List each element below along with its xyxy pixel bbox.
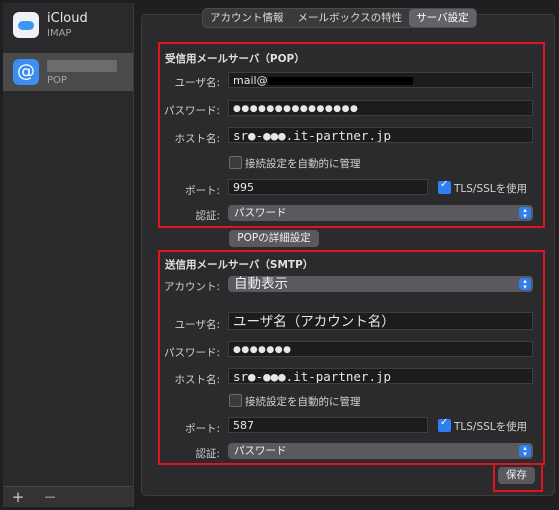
popup-arrows-icon: ▴ ▾ [519,207,531,220]
outgoing-account-popup[interactable]: 自動表示 ▴ ▾ [228,276,533,292]
redacted-account-name [47,59,117,72]
incoming-auth-popup[interactable]: パスワード ▴ ▾ [228,205,533,221]
incoming-auto-manage-checkbox[interactable] [229,156,242,169]
account-item-icloud[interactable]: iCloud IMAP [3,6,133,44]
account-item-pop[interactable]: @ POP [3,53,133,91]
tab-server-settings[interactable]: サーバ設定 [409,9,476,27]
incoming-password-field[interactable]: ●●●●●●●●●●●●●●● [228,100,533,116]
outgoing-port-field[interactable]: 587 [228,417,428,433]
tab-mailbox-behaviors[interactable]: メールボックスの特性 [291,9,410,27]
account-type: IMAP [47,28,72,39]
outgoing-section-title: 送信用メールサーバ（SMTP） [165,259,314,271]
outgoing-auth-label: 認証: [195,448,220,460]
settings-tabs: アカウント情報 メールボックスの特性 サーバ設定 [202,8,477,28]
outgoing-tls-checkbox[interactable] [438,417,451,432]
incoming-password-label: パスワード: [163,105,220,117]
outgoing-password-label: パスワード: [163,347,220,359]
outgoing-auto-manage-checkbox[interactable] [229,394,242,407]
popup-arrows-icon: ▴ ▾ [519,278,531,291]
outgoing-auth-value: パスワード [234,445,287,457]
outgoing-password-field[interactable]: ●●●●●●● [228,341,533,357]
outgoing-username-field[interactable]: ユーザ名（アカウント名） [228,312,533,330]
outgoing-account-label: アカウント: [163,281,220,293]
incoming-tls-checkbox[interactable] [438,179,451,194]
outgoing-hostname-field[interactable]: sr●-●●●.it-partner.jp [228,368,533,384]
incoming-username-label: ユーザ名: [174,77,220,89]
incoming-tls-label: TLS/SSLを使用 [454,183,528,195]
redacted-email [267,77,413,85]
outgoing-account-value: 自動表示 [234,276,288,292]
outgoing-tls-label: TLS/SSLを使用 [454,421,528,433]
incoming-hostname-field[interactable]: sr●-●●●.it-partner.jp [228,127,533,143]
tab-account-info[interactable]: アカウント情報 [203,9,291,27]
outgoing-auth-popup[interactable]: パスワード ▴ ▾ [228,443,533,459]
outgoing-port-label: ポート: [184,423,220,435]
accounts-sidebar: iCloud IMAP @ POP + — [3,3,134,507]
outgoing-hostname-label: ホスト名: [174,374,220,386]
remove-account-button[interactable]: — [35,488,65,506]
at-sign-icon: @ [13,59,39,85]
outgoing-auto-manage-label: 接続設定を自動的に管理 [245,396,361,408]
add-account-button[interactable]: + [3,488,33,506]
incoming-username-field[interactable]: mail@ [228,72,533,88]
sidebar-toolbar: + — [3,486,133,507]
account-name [47,58,117,73]
incoming-section-title: 受信用メールサーバ（POP） [165,53,305,65]
incoming-username-value: mail@ [233,74,268,87]
outgoing-username-label: ユーザ名: [174,319,220,331]
incoming-auto-manage-label: 接続設定を自動的に管理 [245,158,361,170]
account-name: iCloud [47,11,88,26]
incoming-port-field[interactable]: 995 [228,179,428,195]
incoming-auth-label: 認証: [195,210,220,222]
incoming-port-label: ポート: [184,185,220,197]
icloud-icon [13,12,39,38]
pop-advanced-button[interactable]: POPの詳細設定 [229,230,319,247]
popup-arrows-icon: ▴ ▾ [519,445,531,458]
account-type: POP [47,75,67,86]
incoming-hostname-label: ホスト名: [174,133,220,145]
save-button[interactable]: 保存 [498,467,535,484]
incoming-auth-value: パスワード [234,207,287,219]
